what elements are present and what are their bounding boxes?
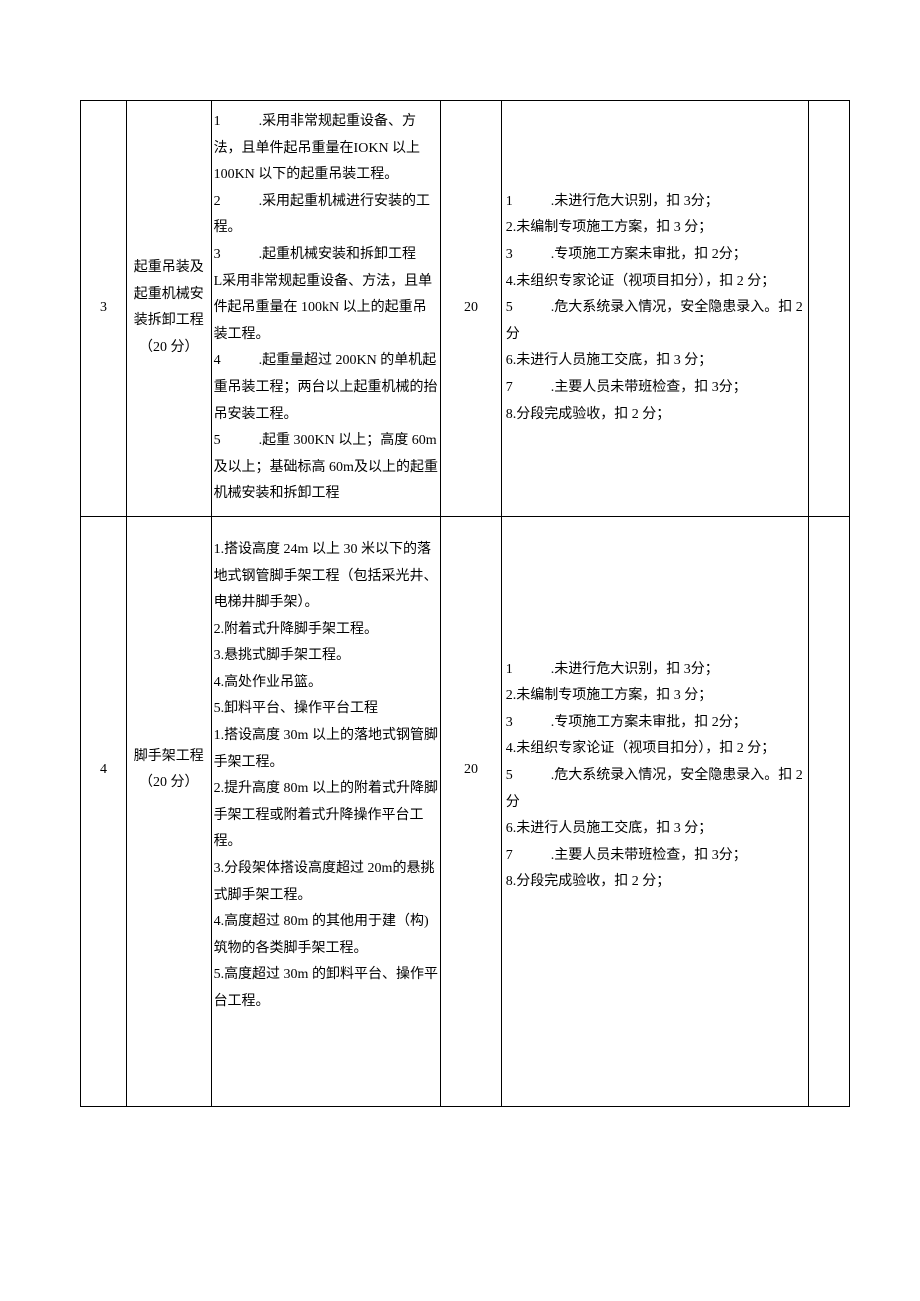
row-score: 20	[441, 516, 501, 1106]
table-row: 4 脚手架工程（20 分） 1.搭设高度 24m 以上 30 米以下的落地式钢管…	[81, 516, 850, 1106]
row-title: 脚手架工程（20 分）	[126, 516, 211, 1106]
row-criteria: 1.未进行危大识别，扣 3分；2.未编制专项施工方案，扣 3 分；3.专项施工方…	[501, 516, 808, 1106]
row-description: 1.采用非常规起重设备、方法，且单件起吊重量在IOKN 以上 100KN 以下的…	[211, 101, 441, 517]
assessment-table: 3 起重吊装及起重机械安装拆卸工程（20 分） 1.采用非常规起重设备、方法，且…	[80, 100, 850, 1107]
row-index: 4	[81, 516, 127, 1106]
row-blank	[808, 516, 849, 1106]
table-row: 3 起重吊装及起重机械安装拆卸工程（20 分） 1.采用非常规起重设备、方法，且…	[81, 101, 850, 517]
row-blank	[808, 101, 849, 517]
row-title: 起重吊装及起重机械安装拆卸工程（20 分）	[126, 101, 211, 517]
row-score: 20	[441, 101, 501, 517]
row-description: 1.搭设高度 24m 以上 30 米以下的落地式钢管脚手架工程（包括采光井、电梯…	[211, 516, 441, 1106]
row-criteria: 1.未进行危大识别，扣 3分；2.未编制专项施工方案，扣 3 分；3.专项施工方…	[501, 101, 808, 517]
row-index: 3	[81, 101, 127, 517]
